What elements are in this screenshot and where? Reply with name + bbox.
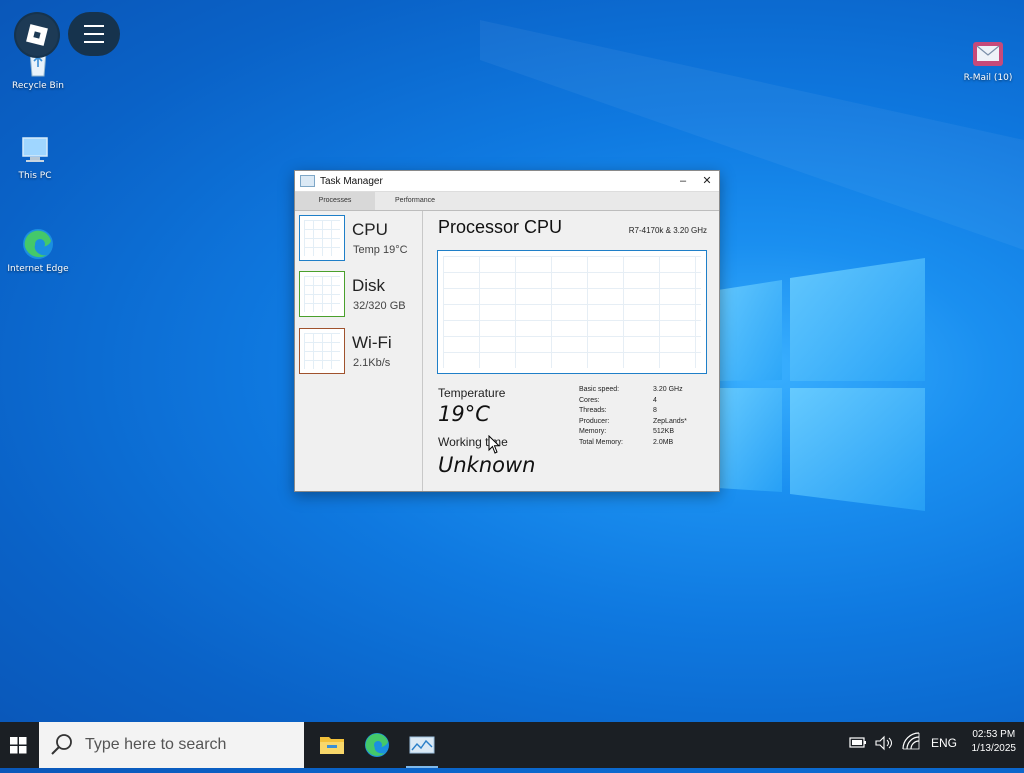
spec-row: Basic speed: 3.20 GHz (579, 385, 687, 396)
volume-icon[interactable] (872, 722, 896, 768)
start-button[interactable] (0, 722, 38, 768)
battery-icon[interactable] (846, 722, 870, 768)
tab-performance[interactable]: Performance (375, 192, 455, 210)
graph-grid (443, 256, 701, 368)
taskbar-app-task-manager[interactable] (400, 722, 444, 768)
clock[interactable]: 02:53 PM 1/13/2025 (972, 728, 1017, 756)
wifi-thumbnail (299, 328, 345, 374)
spec-key: Producer: (579, 417, 610, 425)
desktop-icon-internet-edge[interactable]: Internet Edge (3, 227, 73, 274)
roblox-icon (16, 14, 58, 56)
window-title: Task Manager (320, 175, 383, 187)
spec-value: 512KB (653, 428, 675, 436)
title-bar[interactable]: Task Manager – ✕ (295, 171, 719, 191)
cpu-usage-graph (437, 250, 707, 374)
spec-value: 8 (653, 407, 657, 415)
desktop-icon-label: This PC (18, 171, 52, 181)
task-manager-icon (409, 736, 435, 754)
spec-row: Total Memory: 2.0MB (579, 438, 687, 449)
edge-icon (21, 227, 55, 261)
spec-key: Threads: (579, 407, 607, 415)
menu-button[interactable] (68, 12, 120, 56)
desktop-icon-label: Recycle Bin (12, 81, 64, 91)
cpu-thumbnail (299, 215, 345, 261)
spec-value: ZepLands* (653, 417, 687, 425)
spec-value: 3.20 GHz (653, 386, 683, 393)
sidebar-item-wifi[interactable]: Wi-Fi 2.1Kb/s (299, 328, 417, 374)
temperature-label: Temperature (438, 386, 506, 400)
close-button[interactable]: ✕ (695, 171, 719, 191)
resource-sidebar: CPU Temp 19°C Disk 32/320 GB Wi-Fi 2.1Kb… (295, 211, 423, 491)
sidebar-item-name: Disk (352, 276, 386, 295)
task-manager-icon (300, 175, 315, 187)
windows-start-icon (10, 737, 27, 754)
sidebar-item-sub: 32/320 GB (353, 300, 406, 312)
desktop-icon-r-mail[interactable]: R-Mail (10) (953, 36, 1023, 83)
desktop-icon-label: R-Mail (10) (963, 73, 1013, 83)
sidebar-item-disk[interactable]: Disk 32/320 GB (299, 271, 417, 317)
language-indicator[interactable]: ENG (931, 736, 957, 750)
roblox-button[interactable] (14, 12, 60, 58)
spec-row: Cores: 4 (579, 396, 687, 407)
taskbar-app-file-explorer[interactable] (310, 722, 354, 768)
disk-thumbnail (299, 271, 345, 317)
mail-icon (971, 36, 1005, 70)
clock-time: 02:53 PM (972, 729, 1016, 740)
mouse-cursor-icon (488, 435, 501, 454)
minimize-button[interactable]: – (671, 171, 695, 191)
sidebar-item-sub: Temp 19°C (353, 244, 408, 256)
spec-key: Basic speed: (579, 386, 620, 393)
processor-model: R7-4170k & 3.20 GHz (628, 226, 707, 235)
spec-key: Memory: (579, 428, 607, 436)
desktop-icon-label: Internet Edge (7, 264, 69, 274)
network-icon[interactable] (899, 722, 923, 768)
tab-bar: Processes Performance (295, 191, 719, 211)
spec-key: Total Memory: (579, 438, 623, 446)
sidebar-item-name: Wi-Fi (352, 333, 392, 352)
sidebar-item-cpu[interactable]: CPU Temp 19°C (299, 215, 417, 261)
search-placeholder: Type here to search (85, 736, 227, 753)
sidebar-item-sub: 2.1Kb/s (353, 357, 391, 369)
computer-icon (18, 134, 52, 168)
spec-row: Producer: ZepLands* (579, 417, 687, 428)
desktop-icon-this-pc[interactable]: This PC (0, 134, 70, 181)
spec-row: Memory: 512KB (579, 427, 687, 438)
taskbar-app-edge[interactable] (355, 722, 399, 768)
spec-row: Threads: 8 (579, 406, 687, 417)
edge-icon (365, 733, 389, 757)
taskbar-search-box[interactable]: Type here to search (39, 722, 304, 768)
spec-value: 2.0MB (653, 438, 674, 446)
search-icon (51, 734, 72, 755)
taskbar: Type here to search ENG 02:53 PM 1/13/20… (0, 722, 1024, 768)
file-explorer-icon (320, 737, 344, 754)
tab-processes[interactable]: Processes (295, 192, 375, 210)
spec-value: 4 (653, 396, 657, 404)
spec-key: Cores: (579, 396, 600, 404)
sidebar-item-name: CPU (352, 220, 388, 239)
clock-date: 1/13/2025 (971, 743, 1017, 754)
working-time-value: Unknown (438, 453, 536, 477)
task-manager-window: Task Manager – ✕ Processes Performance C… (294, 170, 720, 492)
cpu-detail-panel: Processor CPU R7-4170k & 3.20 GHz Temper… (423, 211, 719, 491)
spec-table: Basic speed: 3.20 GHz Cores: 4 Threads: 8 P… (579, 385, 687, 449)
temperature-value: 19°C (438, 402, 490, 426)
panel-title: Processor CPU (438, 217, 563, 237)
hamburger-menu-icon (84, 25, 104, 43)
